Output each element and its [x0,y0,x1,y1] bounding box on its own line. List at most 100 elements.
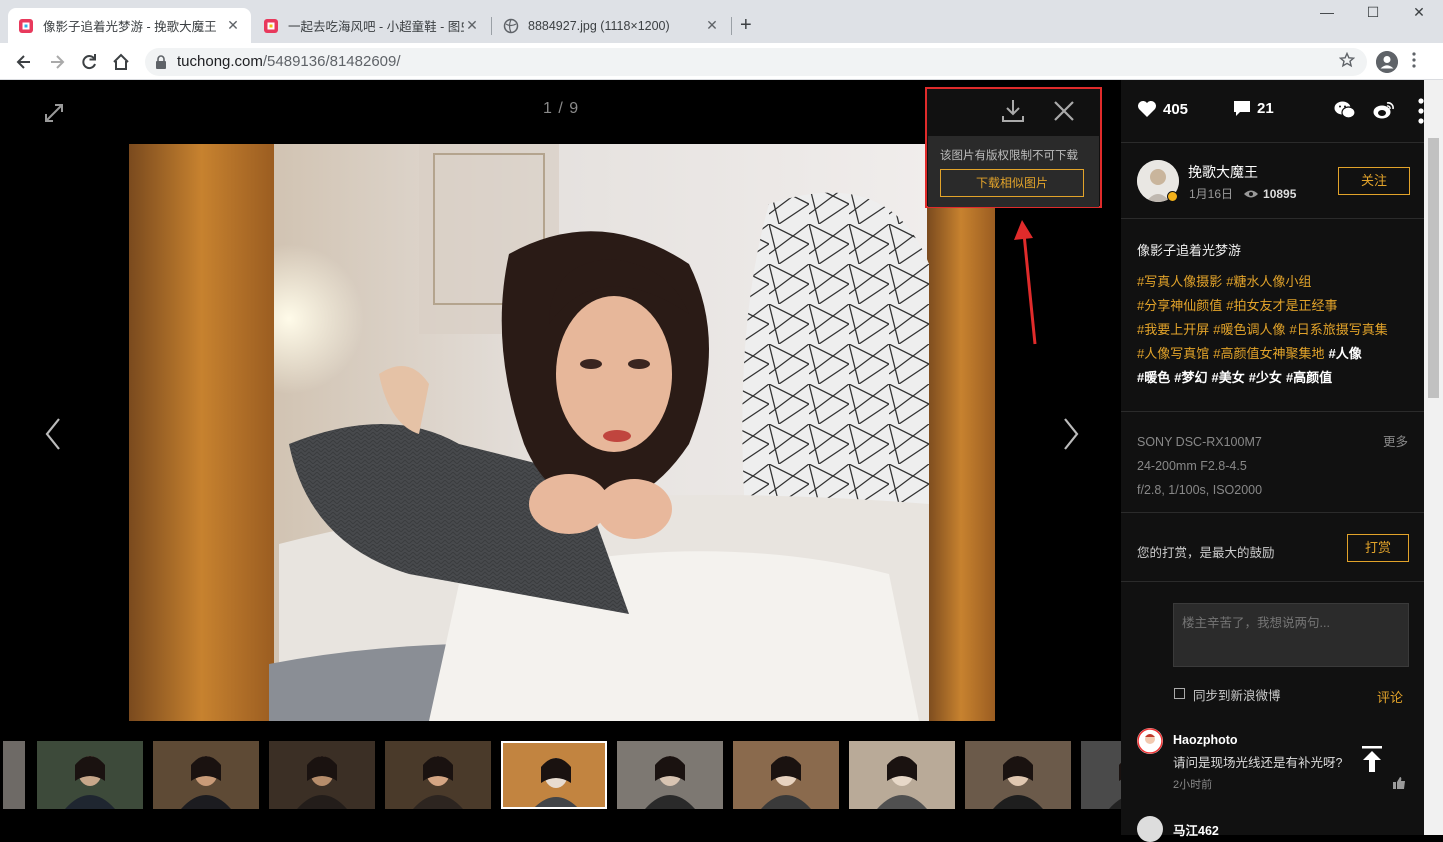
tab-close-icon[interactable]: ✕ [464,17,480,34]
tab-divider [731,17,732,35]
hashtag-link[interactable]: #暖色调人像 [1213,322,1285,337]
tab-close-icon[interactable]: ✕ [704,17,720,34]
thumbnail-image [37,741,143,809]
close-viewer-icon[interactable] [1053,100,1075,122]
tab-close-icon[interactable]: ✕ [225,17,241,34]
previous-photo-icon[interactable] [43,416,63,452]
reload-icon[interactable] [78,51,100,73]
thumbnail-image [269,741,375,809]
bookmark-star-icon[interactable] [1339,52,1355,68]
tab-title: 8884927.jpg (1118×1200) [528,18,670,33]
tag-list: #写真人像摄影 #糖水人像小组 #分享神仙颜值 #拍女友才是正经事 #我要上开屏 #暖色调… [1137,271,1417,391]
fullscreen-icon[interactable] [43,102,65,124]
comment-time: 2小时前 [1173,779,1213,791]
sync-weibo-checkbox[interactable] [1174,688,1185,699]
forward-arrow-icon[interactable] [46,51,68,73]
follow-button[interactable]: 关注 [1338,167,1410,195]
profile-avatar-icon[interactable] [1376,51,1398,73]
thumbnail-image [849,741,955,809]
info-sidebar: 405 21 挽歌大魔王 1月16日 10895 关注 像影子追着光梦游 #写真… [1121,80,1424,842]
hashtag-link[interactable]: #少女 [1249,370,1282,385]
download-icon[interactable] [1001,98,1025,124]
hashtag-link[interactable]: #我要上开屏 [1137,322,1209,337]
post-comment-button[interactable]: 评论 [1377,687,1403,706]
thumbnail-image [153,741,259,809]
address-bar[interactable]: tuchong.com/5489136/81482609/ [145,48,1367,76]
thumbnail[interactable] [617,741,723,809]
thumbnail[interactable] [269,741,375,809]
thumbnail[interactable] [3,741,25,809]
wechat-share-icon[interactable] [1334,100,1356,120]
photo-counter: 1 / 9 [543,100,580,117]
author-name[interactable]: 挽歌大魔王 [1188,162,1258,182]
hashtag-link[interactable]: #高颜值女神聚集地 [1213,346,1324,361]
thumbnail[interactable] [37,741,143,809]
commenter-name[interactable]: Haozphoto [1173,733,1238,747]
hashtag-link[interactable]: #日系旅摄写真集 [1289,322,1387,337]
weibo-share-icon[interactable] [1373,100,1395,120]
hashtag-link[interactable]: #人像写真馆 [1137,346,1209,361]
download-similar-button[interactable]: 下载相似图片 [940,169,1084,197]
new-tab-button[interactable]: + [740,14,752,37]
thumbnail-image [617,741,723,809]
tab-3[interactable]: 8884927.jpg (1118×1200) ✕ [493,8,730,43]
comment-input[interactable] [1173,603,1409,667]
tab-2[interactable]: 一起去吃海风吧 - 小超童鞋 - 图虫 ✕ [253,8,490,43]
next-photo-icon[interactable] [1061,416,1081,452]
tab-strip: 像影子追着光梦游 - 挽歌大魔王 ✕ 一起去吃海风吧 - 小超童鞋 - 图虫 ✕… [0,0,1443,43]
hashtag-link[interactable]: #写真人像摄影 [1137,274,1222,289]
home-icon[interactable] [110,51,132,73]
like-counter[interactable]: 405 [1137,100,1188,118]
thumbnail[interactable] [849,741,955,809]
thumbs-up-icon[interactable] [1392,776,1406,790]
thumbnail[interactable] [1081,741,1121,809]
browser-menu-icon[interactable] [1412,52,1416,68]
tag-line: #人像写真馆 #高颜值女神聚集地 #人像 [1137,343,1417,367]
divider [1121,142,1424,143]
scrollbar-thumb[interactable] [1428,138,1439,398]
thumbnail[interactable] [501,741,607,809]
thumbnail-image [965,741,1071,809]
thumbnail-image [733,741,839,809]
thumbnail[interactable] [153,741,259,809]
photo-viewer: 1 / 9 该图片有版权限制不可下载 下载相似图片 [3,80,1121,835]
comment-text: 请问是现场光线还是有补光呀? [1173,756,1343,770]
comment-counter[interactable]: 21 [1233,100,1274,117]
window-close-button[interactable]: ✕ [1396,4,1442,26]
thumbnail[interactable] [385,741,491,809]
commenter-avatar[interactable] [1137,728,1163,754]
back-arrow-icon[interactable] [13,51,35,73]
hashtag-link[interactable]: #糖水人像小组 [1226,274,1311,289]
back-to-top-icon[interactable] [1361,746,1383,772]
thumbnail-image [3,741,25,809]
camera-model: SONY DSC-RX100M7 [1137,435,1262,449]
thumbnail-image [385,741,491,809]
download-restricted-text: 该图片有版权限制不可下载 [940,150,1078,162]
tab-title: 一起去吃海风吧 - 小超童鞋 - 图虫 [288,20,464,34]
hashtag-link[interactable]: #美女 [1211,370,1244,385]
reward-prompt: 您的打赏，是最大的鼓励 [1137,546,1275,560]
divider [1121,581,1424,582]
hashtag-link[interactable]: #梦幻 [1174,370,1207,385]
verified-badge-icon [1167,191,1178,202]
hashtag-link[interactable]: #分享神仙颜值 [1137,298,1222,313]
sync-weibo-label: 同步到新浪微博 [1193,689,1281,703]
tag-line: #我要上开屏 #暖色调人像 #日系旅摄写真集 [1137,319,1417,343]
hashtag-link[interactable]: #人像 [1328,346,1361,361]
thumbnail[interactable] [965,741,1071,809]
tab-divider [491,17,492,35]
hashtag-link[interactable]: #拍女友才是正经事 [1226,298,1337,313]
thumbnail[interactable] [733,741,839,809]
commenter-avatar[interactable] [1137,816,1163,842]
page-scrollbar[interactable] [1424,80,1443,835]
hashtag-link[interactable]: #暖色 [1137,370,1170,385]
reward-button[interactable]: 打赏 [1347,534,1409,562]
hashtag-link[interactable]: #高颜值 [1286,370,1332,385]
exif-more-link[interactable]: 更多 [1383,430,1408,454]
tab-active[interactable]: 像影子追着光梦游 - 挽歌大魔王 ✕ [8,8,251,43]
maximize-button[interactable]: ☐ [1350,4,1396,26]
minimize-button[interactable]: — [1304,4,1350,26]
tag-line: #暖色 #梦幻 #美女 #少女 #高颜值 [1137,367,1417,391]
commenter-name[interactable]: 马江462 [1173,820,1219,839]
lens-info: 24-200mm F2.8-4.5 [1137,459,1247,473]
